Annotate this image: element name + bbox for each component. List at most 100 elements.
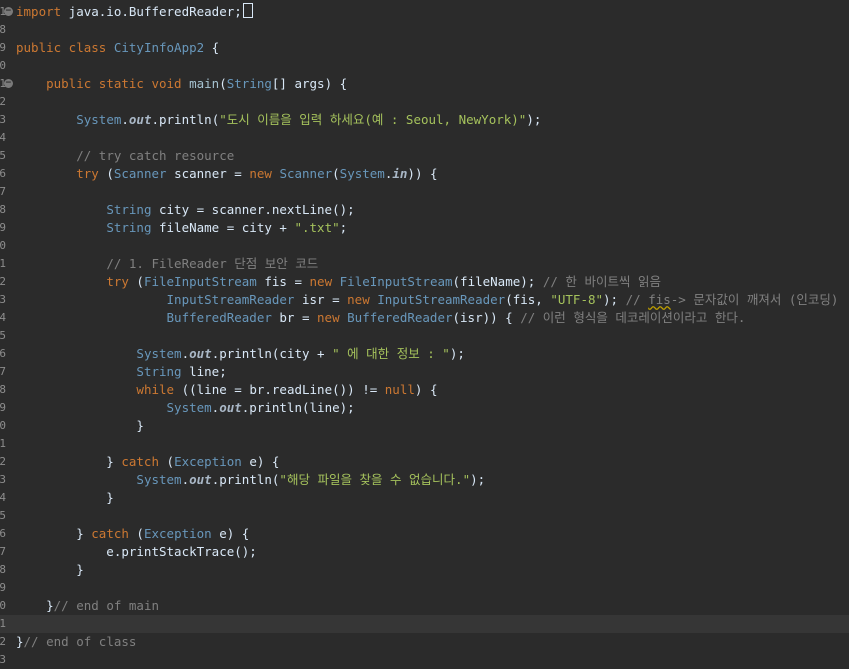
code-token: fis = [256, 274, 310, 289]
code-token: ); [526, 112, 542, 127]
line-number: 8 [0, 383, 6, 396]
code-token: java.io.BufferedReader; [61, 4, 242, 19]
code-token: } [16, 598, 54, 613]
code-text: } catch (Exception e) { [16, 453, 279, 471]
code-token: // [625, 292, 649, 307]
code-text: String fileName = city + ".txt"; [16, 219, 347, 237]
code-line[interactable]: 0 [0, 57, 849, 75]
code-token: try [76, 166, 99, 181]
code-token: city = scanner.nextLine(); [151, 202, 355, 217]
code-token: Exception [143, 526, 212, 541]
code-editor[interactable]: 1− import java.io.BufferedReader; 8 9 public… [0, 0, 849, 666]
code-line[interactable]: 7 e.printStackTrace(); [0, 543, 849, 561]
line-number: 8 [0, 203, 6, 216]
code-token: } [16, 526, 92, 541]
code-token: { [204, 40, 220, 55]
code-text: public static void main(String[] args) { [16, 75, 347, 93]
fold-collapse-icon[interactable]: − [4, 79, 13, 88]
code-token: out [128, 112, 152, 127]
code-token: fileName = city + [151, 220, 295, 235]
code-line[interactable]: 8 [0, 21, 849, 39]
code-token: while [136, 382, 175, 397]
code-line[interactable]: 0 }// end of main [0, 597, 849, 615]
code-line[interactable]: 5 [0, 507, 849, 525]
code-token: System [166, 400, 212, 415]
code-token: ; [339, 220, 348, 235]
code-token: import [16, 4, 62, 19]
code-text: String line; [16, 363, 226, 381]
line-number: 9 [0, 401, 6, 414]
line-number: 8 [0, 563, 6, 576]
code-token: br = [271, 310, 318, 325]
code-line[interactable]: 0 [0, 237, 849, 255]
code-line[interactable]: 0 } [0, 417, 849, 435]
code-line[interactable]: 9 [0, 579, 849, 597]
code-token: [] args) { [271, 76, 348, 91]
code-token: ((line = br.readLine()) != [174, 382, 385, 397]
code-line[interactable]: 2}// end of class [0, 633, 849, 651]
line-number: 4 [0, 491, 6, 504]
code-token: String [106, 202, 152, 217]
line-number: 7 [0, 365, 6, 378]
code-text: // 1. FileReader 단점 보안 코드 [16, 255, 318, 273]
fold-collapse-icon[interactable]: − [4, 7, 13, 16]
code-token: ( [219, 76, 227, 91]
code-token: } [16, 454, 122, 469]
code-line[interactable]: 4 BufferedReader br = new BufferedReader… [0, 309, 849, 327]
code-line[interactable]: 4 } [0, 489, 849, 507]
code-line[interactable]: 3 [0, 651, 849, 669]
code-line[interactable]: 3 System.out.println("도시 이름을 입력 하세요(예 : … [0, 111, 849, 129]
code-line[interactable]: 9 System.out.println(line); [0, 399, 849, 417]
code-token: (fileName); [452, 274, 543, 289]
code-line[interactable]: 6 } catch (Exception e) { [0, 525, 849, 543]
code-token: .println(city + [211, 346, 333, 361]
code-line[interactable]: 8 while ((line = br.readLine()) != null)… [0, 381, 849, 399]
code-line[interactable]: 1− public static void main(String[] args… [0, 75, 849, 93]
code-line[interactable]: 1− import java.io.BufferedReader; [0, 3, 849, 21]
code-token: e.printStackTrace(); [16, 544, 257, 559]
code-line[interactable]: 1 [0, 435, 849, 453]
code-token: System [76, 112, 122, 127]
code-line[interactable]: 1 // 1. FileReader 단점 보안 코드 [0, 255, 849, 273]
code-line[interactable]: 8 } [0, 561, 849, 579]
code-line[interactable]: 6 System.out.println(city + " 에 대한 정보 : … [0, 345, 849, 363]
text-caret [242, 3, 253, 18]
code-text: e.printStackTrace(); [16, 543, 257, 561]
code-line[interactable]: 5 // try catch resource [0, 147, 849, 165]
line-number: 0 [0, 59, 6, 72]
code-line[interactable]: 3 InputStreamReader isr = new InputStrea… [0, 291, 849, 309]
code-line[interactable]: 6 try (Scanner scanner = new Scanner(Sys… [0, 165, 849, 183]
code-line[interactable]: 2 } catch (Exception e) { [0, 453, 849, 471]
code-text: }// end of class [16, 633, 136, 651]
code-token: } [16, 490, 114, 505]
code-text: try (Scanner scanner = new Scanner(Syste… [16, 165, 437, 183]
code-line[interactable]: 1 [0, 615, 849, 633]
code-token: InputStreamReader [377, 292, 506, 307]
code-line[interactable]: 4 [0, 129, 849, 147]
code-line[interactable]: 3 System.out.println("해당 파일을 찾을 수 없습니다."… [0, 471, 849, 489]
code-token: FileInputStream [339, 274, 453, 289]
line-number: 8 [0, 23, 6, 36]
code-token: CityInfoApp2 [113, 40, 205, 55]
code-token: " 에 대한 정보 : " [332, 346, 450, 361]
code-token: . [181, 472, 190, 487]
line-number: 0 [0, 239, 6, 252]
code-line[interactable]: 2 [0, 93, 849, 111]
code-line[interactable]: 5 [0, 327, 849, 345]
code-line[interactable]: 7 [0, 183, 849, 201]
code-line[interactable]: 9 public class CityInfoApp2 { [0, 39, 849, 57]
code-line[interactable]: 7 String line; [0, 363, 849, 381]
code-line[interactable]: 2 try (FileInputStream fis = new FileInp… [0, 273, 849, 291]
code-token: // 1. FileReader 단점 보안 코드 [106, 256, 319, 271]
line-number: 3 [0, 113, 6, 126]
code-line[interactable]: 8 String city = scanner.nextLine(); [0, 201, 849, 219]
code-line[interactable]: 9 String fileName = city + ".txt"; [0, 219, 849, 237]
code-text: BufferedReader br = new BufferedReader(i… [16, 309, 746, 327]
code-token: System [339, 166, 385, 181]
code-token: // 한 바이트씩 읽음 [542, 274, 661, 289]
